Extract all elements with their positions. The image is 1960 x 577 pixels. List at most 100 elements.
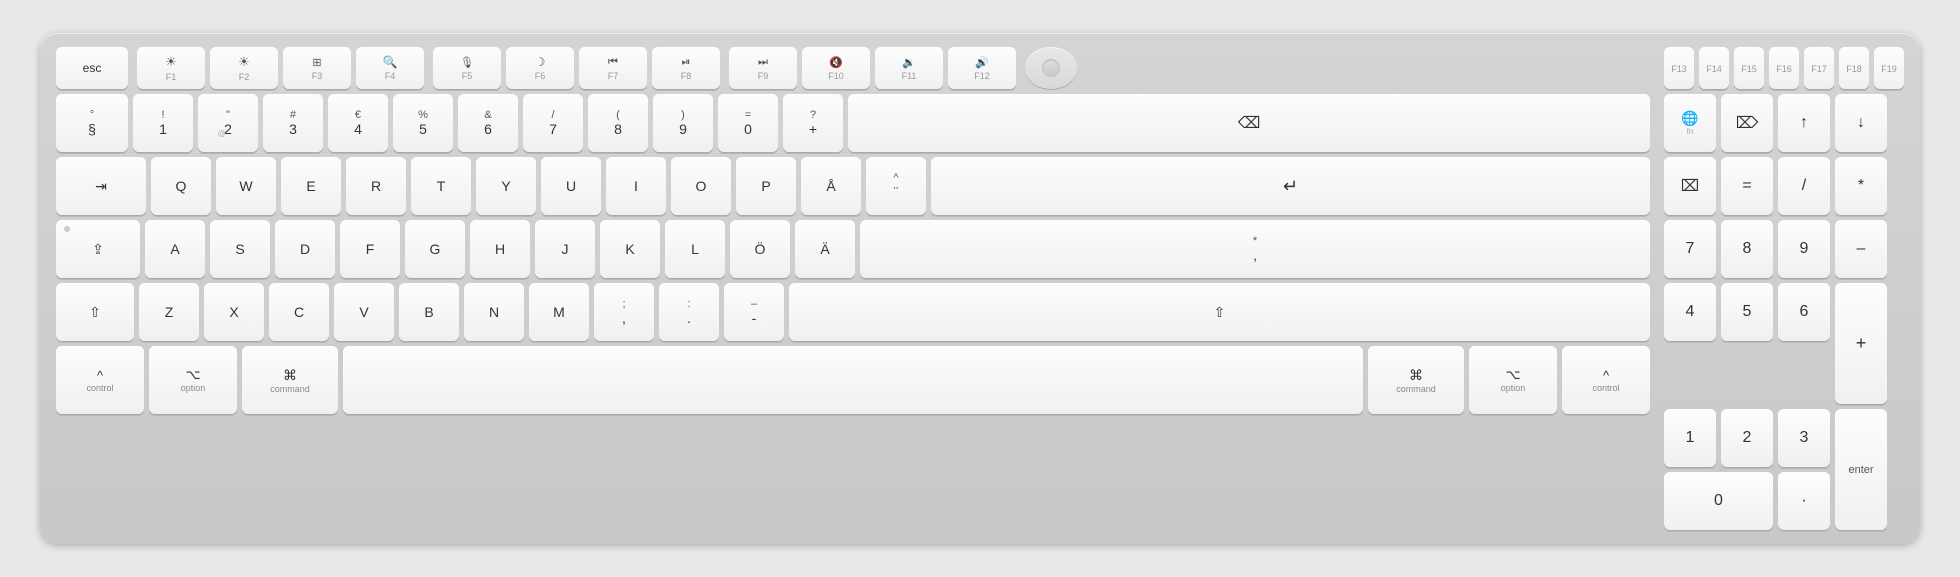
key-numpad-5[interactable]: 5 — [1721, 283, 1773, 341]
key-umlaut[interactable]: ^ ¨ — [866, 157, 926, 215]
key-numpad-9[interactable]: 9 — [1778, 220, 1830, 278]
key-hash[interactable]: * ‚ — [860, 220, 1650, 278]
key-k[interactable]: K — [600, 220, 660, 278]
key-f3[interactable]: ⊞ F3 — [283, 47, 351, 89]
key-f9[interactable]: ⏭ F9 — [729, 47, 797, 89]
key-z[interactable]: Z — [139, 283, 199, 341]
key-aa[interactable]: Å — [801, 157, 861, 215]
key-x[interactable]: X — [204, 283, 264, 341]
key-q[interactable]: Q — [151, 157, 211, 215]
key-4[interactable]: € 4 — [328, 94, 388, 152]
key-control-right[interactable]: ^ control — [1562, 346, 1650, 414]
key-f16[interactable]: F16 — [1769, 47, 1799, 89]
key-f7[interactable]: ⏮ F7 — [579, 47, 647, 89]
key-command-left[interactable]: ⌘ command — [242, 346, 338, 414]
key-9[interactable]: ) 9 — [653, 94, 713, 152]
key-comma[interactable]: ; , — [594, 283, 654, 341]
key-1[interactable]: ! 1 — [133, 94, 193, 152]
key-f11[interactable]: 🔉 F11 — [875, 47, 943, 89]
key-f8[interactable]: ⏯ F8 — [652, 47, 720, 89]
key-caps[interactable]: ⇪ — [56, 220, 140, 278]
key-period[interactable]: : . — [659, 283, 719, 341]
key-numpad-2[interactable]: 2 — [1721, 409, 1773, 467]
key-5[interactable]: % 5 — [393, 94, 453, 152]
key-power[interactable] — [1025, 47, 1077, 89]
key-esc[interactable]: esc — [56, 47, 128, 89]
key-numpad-multiply[interactable]: * — [1835, 157, 1887, 215]
key-h[interactable]: H — [470, 220, 530, 278]
key-7[interactable]: / 7 — [523, 94, 583, 152]
key-f12[interactable]: 🔊 F12 — [948, 47, 1016, 89]
key-t[interactable]: T — [411, 157, 471, 215]
key-y[interactable]: Y — [476, 157, 536, 215]
key-globe-fn[interactable]: 🌐 fn — [1664, 94, 1716, 152]
key-oe[interactable]: Ö — [730, 220, 790, 278]
key-numpad-page-up[interactable]: ↑ — [1778, 94, 1830, 152]
key-s[interactable]: S — [210, 220, 270, 278]
key-numpad-4[interactable]: 4 — [1664, 283, 1716, 341]
key-command-right[interactable]: ⌘ command — [1368, 346, 1464, 414]
key-numpad-minus[interactable]: – — [1835, 220, 1887, 278]
key-numpad-6[interactable]: 6 — [1778, 283, 1830, 341]
key-f4[interactable]: 🔍 F4 — [356, 47, 424, 89]
key-p[interactable]: P — [736, 157, 796, 215]
key-f6[interactable]: ☽ F6 — [506, 47, 574, 89]
key-dash[interactable]: – - — [724, 283, 784, 341]
key-f2[interactable]: ☀ F2 — [210, 47, 278, 89]
key-ae[interactable]: Ä — [795, 220, 855, 278]
key-plus[interactable]: ? + — [783, 94, 843, 152]
key-v[interactable]: V — [334, 283, 394, 341]
key-j[interactable]: J — [535, 220, 595, 278]
key-f5[interactable]: 🎙 F5 — [433, 47, 501, 89]
key-n[interactable]: N — [464, 283, 524, 341]
key-numpad-8[interactable]: 8 — [1721, 220, 1773, 278]
key-f10[interactable]: 🔇 F10 — [802, 47, 870, 89]
key-numpad-7[interactable]: 7 — [1664, 220, 1716, 278]
key-numpad-page-down[interactable]: ↓ — [1835, 94, 1887, 152]
key-f13[interactable]: F13 — [1664, 47, 1694, 89]
key-numpad-3[interactable]: 3 — [1778, 409, 1830, 467]
key-f18[interactable]: F18 — [1839, 47, 1869, 89]
key-return[interactable]: ↵ — [931, 157, 1650, 215]
key-numpad-plus[interactable]: + — [1835, 283, 1887, 404]
key-shift-left[interactable]: ⇧ — [56, 283, 134, 341]
key-c[interactable]: C — [269, 283, 329, 341]
key-section[interactable]: ° § — [56, 94, 128, 152]
key-numpad-enter[interactable]: enter — [1835, 409, 1887, 530]
key-w[interactable]: W — [216, 157, 276, 215]
key-g[interactable]: G — [405, 220, 465, 278]
key-8[interactable]: ( 8 — [588, 94, 648, 152]
key-a[interactable]: A — [145, 220, 205, 278]
key-numpad-dot[interactable]: · — [1778, 472, 1830, 530]
key-f19[interactable]: F19 — [1874, 47, 1904, 89]
key-6[interactable]: & 6 — [458, 94, 518, 152]
key-f17[interactable]: F17 — [1804, 47, 1834, 89]
key-f1[interactable]: ☀ F1 — [137, 47, 205, 89]
key-m[interactable]: M — [529, 283, 589, 341]
key-numpad-divide[interactable]: / — [1778, 157, 1830, 215]
key-numpad-arrow-left[interactable]: ⌦ — [1721, 94, 1773, 152]
key-2[interactable]: " 2 @ — [198, 94, 258, 152]
key-l[interactable]: L — [665, 220, 725, 278]
key-backspace[interactable]: ⌫ — [848, 94, 1650, 152]
key-e[interactable]: E — [281, 157, 341, 215]
key-option-right[interactable]: ⌥ option — [1469, 346, 1557, 414]
key-control-left[interactable]: ^ control — [56, 346, 144, 414]
key-f14[interactable]: F14 — [1699, 47, 1729, 89]
key-numpad-1[interactable]: 1 — [1664, 409, 1716, 467]
key-f15[interactable]: F15 — [1734, 47, 1764, 89]
key-o[interactable]: O — [671, 157, 731, 215]
key-tab[interactable]: ⇥ — [56, 157, 146, 215]
key-3[interactable]: # 3 — [263, 94, 323, 152]
key-u[interactable]: U — [541, 157, 601, 215]
key-i[interactable]: I — [606, 157, 666, 215]
key-0[interactable]: = 0 — [718, 94, 778, 152]
key-r[interactable]: R — [346, 157, 406, 215]
key-numpad-equals[interactable]: = — [1721, 157, 1773, 215]
key-d[interactable]: D — [275, 220, 335, 278]
key-shift-right[interactable]: ⇧ — [789, 283, 1650, 341]
key-option-left[interactable]: ⌥ option — [149, 346, 237, 414]
key-space[interactable] — [343, 346, 1363, 414]
key-b[interactable]: B — [399, 283, 459, 341]
key-numpad-clear[interactable]: ⌧ — [1664, 157, 1716, 215]
